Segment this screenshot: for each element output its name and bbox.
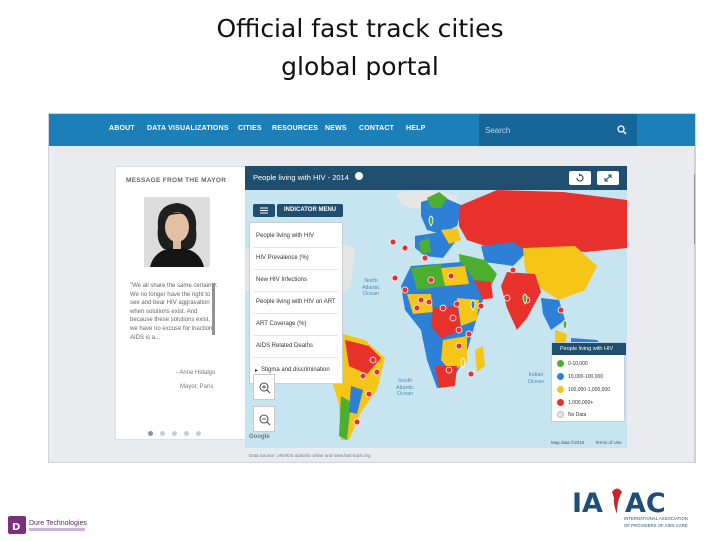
dure-logo-image: D Dure Technologies <box>8 516 87 534</box>
nav-contact[interactable]: CONTACT <box>359 125 394 132</box>
ocean-label-south-atlantic: South Atlantic Ocean <box>395 378 415 397</box>
svg-text:INTERNATIONAL ASSOCIATION: INTERNATIONAL ASSOCIATION <box>624 516 688 521</box>
menu-divider <box>254 335 338 336</box>
nav-resources[interactable]: RESOURCES <box>272 125 318 132</box>
google-logo: Google <box>249 434 270 440</box>
carousel-dot[interactable] <box>172 431 177 436</box>
ocean-label-indian: Indian Ocean <box>527 372 545 385</box>
carousel-dot[interactable] <box>160 431 165 436</box>
indicator-menu: People living with HIV HIV Prevalence (%… <box>249 222 343 384</box>
menu-divider <box>254 269 338 270</box>
menu-divider <box>254 291 338 292</box>
svg-text:D: D <box>12 522 20 533</box>
legend-label: 1,000,000+ <box>568 399 594 406</box>
mayor-heading: MESSAGE FROM THE MAYOR <box>126 177 227 184</box>
menu-item-aids-related-deaths[interactable]: AIDS Related Deaths <box>256 343 313 349</box>
zoom-out-button[interactable] <box>253 406 275 432</box>
nav-cities[interactable]: CITIES <box>238 125 262 132</box>
legend-label: 0-10,000 <box>568 360 588 367</box>
nav-about[interactable]: ABOUT <box>109 125 135 132</box>
menu-toggle-button[interactable] <box>253 204 275 217</box>
page-scrollbar-thumb[interactable] <box>694 174 695 244</box>
hiv-map-panel: People living with HIV - 2014 INDICATOR … <box>245 166 627 448</box>
legend-label: 100,000-1,000,000 <box>568 386 610 393</box>
svg-text:OF PROVIDERS OF AIDS CARE: OF PROVIDERS OF AIDS CARE <box>624 523 688 528</box>
nav-news[interactable]: NEWS <box>325 125 347 132</box>
zoom-out-icon <box>259 414 271 426</box>
slide-title-line2: global portal <box>281 52 439 81</box>
top-navbar: ABOUT DATA VISUALIZATIONS CITIES RESOURC… <box>49 114 695 146</box>
search-input[interactable] <box>485 122 605 138</box>
mayor-quote: "We all share the same certainty: We no … <box>130 283 218 341</box>
legend-row: 0-10,000 <box>557 360 588 367</box>
zoom-in-button[interactable] <box>253 374 275 400</box>
map-legend: People living with HIV 0-10,000 10,000-1… <box>551 342 626 422</box>
legend-swatch <box>557 411 564 418</box>
nav-help[interactable]: HELP <box>406 125 425 132</box>
mayor-photo <box>144 197 210 267</box>
svg-text:AC: AC <box>625 488 666 519</box>
legend-title: People living with HIV <box>552 343 626 355</box>
svg-text:IA: IA <box>572 488 603 519</box>
hamburger-icon <box>260 207 268 214</box>
dure-logo: D Dure Technologies <box>8 514 88 536</box>
refresh-icon <box>576 173 584 182</box>
menu-item-people-on-art[interactable]: People living with HIV on ART <box>256 299 336 305</box>
navbar-right <box>639 114 695 146</box>
legend-row: 1,000,000+ <box>557 399 593 406</box>
ocean-label-north-atlantic: North Atlantic Ocean <box>361 278 381 297</box>
mayor-name: - Anne Hidalgo <box>176 370 216 376</box>
chevron-right-icon: ▸ <box>255 368 259 374</box>
menu-divider <box>254 313 338 314</box>
search-box <box>479 114 637 146</box>
mayor-portrait-image <box>144 197 210 267</box>
carousel-dot[interactable] <box>148 431 153 436</box>
menu-item-people-living-with-hiv[interactable]: People living with HIV <box>256 233 314 239</box>
carousel-dots <box>148 423 208 441</box>
indicator-menu-button[interactable]: INDICATOR MENU <box>277 204 344 217</box>
legend-swatch <box>557 373 564 380</box>
menu-divider <box>254 247 338 248</box>
map-header: People living with HIV - 2014 <box>245 166 627 190</box>
expand-icon <box>604 174 612 182</box>
search-icon[interactable] <box>617 125 627 135</box>
refresh-button[interactable] <box>569 171 591 185</box>
legend-row: 10,000-100,000 <box>557 373 603 380</box>
map-data-credit: Map data ©2016 <box>551 440 585 445</box>
quote-scrollbar[interactable] <box>212 283 215 335</box>
menu-item-new-hiv-infections[interactable]: New HIV Infections <box>256 277 307 283</box>
nav-data-visualizations[interactable]: DATA VISUALIZATIONS <box>147 125 229 132</box>
zoom-in-icon <box>259 382 271 394</box>
carousel-dot[interactable] <box>184 431 189 436</box>
menu-item-art-coverage[interactable]: ART Coverage (%) <box>256 321 306 327</box>
svg-text:Dure Technologies: Dure Technologies <box>29 520 87 527</box>
fullscreen-button[interactable] <box>597 171 619 185</box>
legend-row: 100,000-1,000,000 <box>557 386 610 393</box>
slide-title: Official fast track cities global portal <box>0 10 720 86</box>
iapac-logo: IA AC INTERNATIONAL ASSOCIATION OF PROVI… <box>570 486 710 532</box>
menu-item-hiv-prevalence[interactable]: HIV Prevalence (%) <box>256 255 309 261</box>
mayor-city: Mayor, Paris <box>180 384 214 390</box>
iapac-logo-image: IA AC INTERNATIONAL ASSOCIATION OF PROVI… <box>572 488 688 528</box>
terms-link[interactable]: Terms of Use <box>595 440 622 445</box>
legend-swatch <box>557 386 564 393</box>
portal-screenshot: ABOUT DATA VISUALIZATIONS CITIES RESOURC… <box>48 113 696 463</box>
menu-divider <box>254 357 338 358</box>
legend-row: No Data <box>557 411 586 418</box>
info-icon[interactable] <box>355 172 363 180</box>
data-source-text: Data Source: UNAIDS aidsinfo online and … <box>249 453 371 458</box>
menu-item-stigma-discrimination[interactable]: Stigma and discrimination <box>261 367 330 373</box>
legend-label: 10,000-100,000 <box>568 373 604 380</box>
carousel-dot[interactable] <box>196 431 201 436</box>
map-title: People living with HIV - 2014 <box>253 173 349 182</box>
legend-label: No Data <box>568 411 587 418</box>
legend-swatch <box>557 399 564 406</box>
slide-title-line1: Official fast track cities <box>216 14 504 43</box>
legend-swatch <box>557 360 564 367</box>
